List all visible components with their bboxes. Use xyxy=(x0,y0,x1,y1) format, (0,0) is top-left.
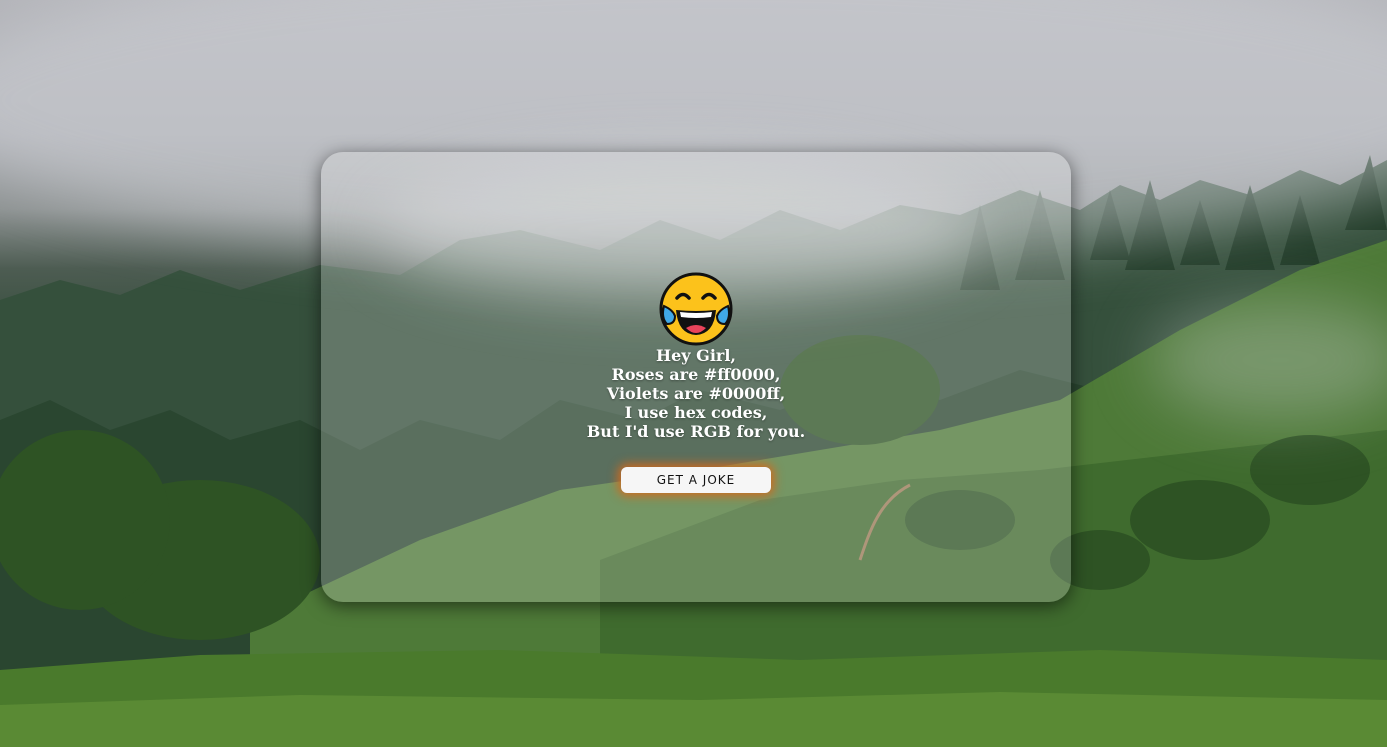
face-with-tears-of-joy-icon xyxy=(659,272,733,346)
joke-line: But I'd use RGB for you. xyxy=(586,422,806,441)
background-landscape: Hey Girl, Roses are #ff0000, Violets are… xyxy=(0,0,1387,747)
joke-card: Hey Girl, Roses are #ff0000, Violets are… xyxy=(321,152,1071,602)
joke-line: I use hex codes, xyxy=(624,403,768,422)
joke-line: Roses are #ff0000, xyxy=(611,365,781,384)
get-joke-button[interactable]: GET A JOKE xyxy=(621,467,771,493)
joke-line: Violets are #0000ff, xyxy=(606,384,786,403)
joke-line: Hey Girl, xyxy=(656,346,736,365)
